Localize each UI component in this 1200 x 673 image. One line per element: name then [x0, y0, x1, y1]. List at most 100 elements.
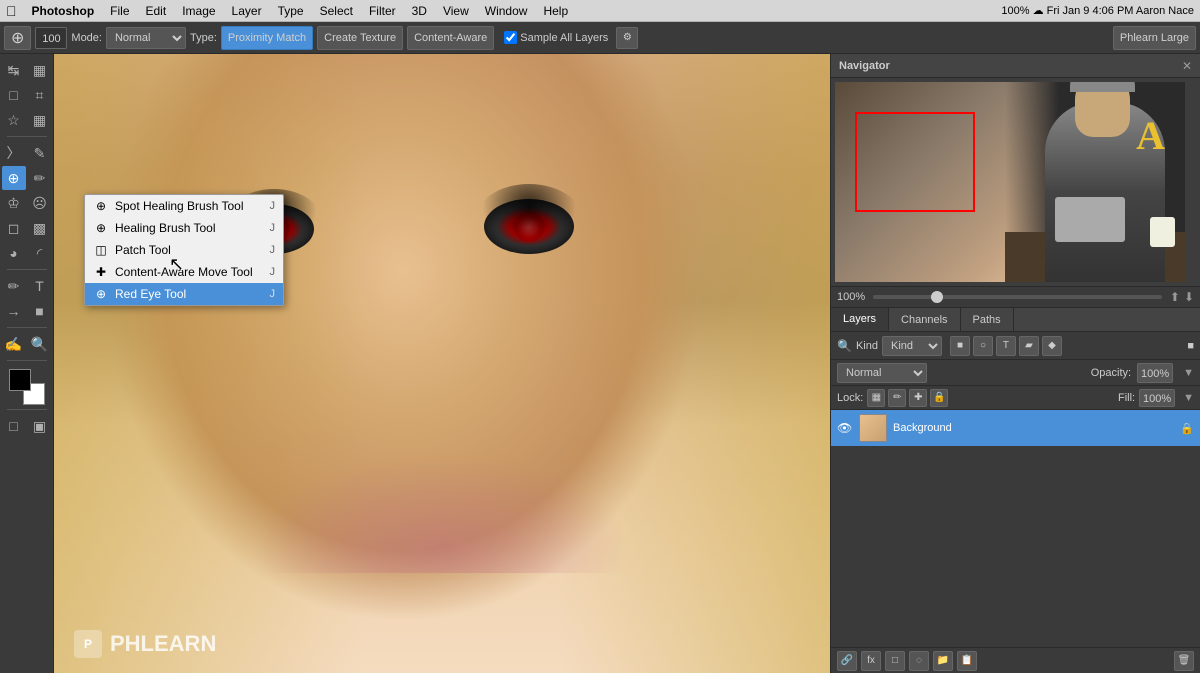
tab-paths[interactable]: Paths — [961, 308, 1014, 331]
lock-position-btn[interactable]: ✚ — [909, 389, 927, 407]
dropdown-red-eye-label: Red Eye Tool — [115, 287, 186, 301]
filter-adjustment-btn[interactable]: ○ — [973, 336, 993, 356]
filter-pixel-btn[interactable]: ■ — [950, 336, 970, 356]
history-brush-tool[interactable]: ☹ — [28, 191, 52, 215]
quick-mask-tool[interactable]: □ — [2, 414, 26, 438]
pen-tool[interactable]: ✏ — [2, 274, 26, 298]
menu-help[interactable]: Help — [536, 3, 575, 19]
menu-layer[interactable]: Layer — [225, 3, 269, 19]
layers-lock-row: Lock: ▦ ✏ ✚ 🔒 Fill: 100% ▼ — [831, 386, 1200, 410]
ruler-tool[interactable]: ✎ — [28, 141, 52, 165]
marquee-tool[interactable]: □ — [2, 83, 26, 107]
lock-image-btn[interactable]: ✏ — [888, 389, 906, 407]
brush-settings-icon[interactable]: ⚙ — [616, 27, 638, 49]
lock-all-btn[interactable]: 🔒 — [930, 389, 948, 407]
shape-tool[interactable]: ■ — [28, 299, 52, 323]
phlearn-logo-icon: P — [74, 630, 102, 658]
add-mask-btn[interactable]: □ — [885, 651, 905, 671]
filter-kind-select[interactable]: Kind — [882, 336, 942, 356]
menu-filter[interactable]: Filter — [362, 3, 403, 19]
gradient-tool[interactable]: ▩ — [28, 216, 52, 240]
blend-mode-select[interactable]: Normal — [837, 363, 927, 383]
eyedropper-tool[interactable]: 〉 — [2, 141, 26, 165]
layer-visibility-icon[interactable]: 👁 — [837, 421, 853, 435]
quick-select-tool[interactable]: ☆ — [2, 108, 26, 132]
opacity-value[interactable]: 100% — [1137, 363, 1173, 383]
apple-logo-icon[interactable]:  — [6, 3, 17, 19]
menu-image[interactable]: Image — [175, 3, 222, 19]
tab-channels[interactable]: Channels — [889, 308, 960, 331]
path-selection-tool[interactable]: → — [2, 299, 26, 323]
hair-right — [558, 54, 830, 673]
mode-select[interactable]: Normal — [106, 27, 186, 49]
link-layers-btn[interactable]: 🔗 — [837, 651, 857, 671]
type-content-aware-btn[interactable]: Content-Aware — [407, 26, 494, 50]
navigator-collapse-icon[interactable]: ⬇ — [1184, 290, 1194, 304]
dropdown-red-eye[interactable]: ⊕ Red Eye Tool J — [85, 283, 283, 305]
nav-view-indicator — [855, 112, 975, 212]
artboard-tool[interactable]: ▦ — [28, 58, 52, 82]
filter-type-btn[interactable]: T — [996, 336, 1016, 356]
dropdown-patch[interactable]: ◫ Patch Tool J — [85, 239, 283, 261]
color-swatches[interactable] — [9, 369, 45, 405]
preset-selector[interactable]: Phlearn Large — [1113, 26, 1196, 50]
new-group-btn[interactable]: 📁 — [933, 651, 953, 671]
dodge-tool[interactable]: ◜ — [28, 241, 52, 265]
dropdown-patch-label: Patch Tool — [115, 243, 171, 257]
zoom-tool[interactable]: 🔍 — [28, 332, 52, 356]
crop-tool[interactable]: ▦ — [28, 108, 52, 132]
dropdown-healing-brush[interactable]: ⊕ Healing Brush Tool J — [85, 217, 283, 239]
layer-background[interactable]: 👁 Background 🔒 — [831, 410, 1200, 446]
layer-effects-btn[interactable]: fx — [861, 651, 881, 671]
fill-value[interactable]: 100% — [1139, 389, 1175, 407]
dropdown-content-aware-move[interactable]: ✚ Content-Aware Move Tool J — [85, 261, 283, 283]
menu-window[interactable]: Window — [478, 3, 535, 19]
menu-select[interactable]: Select — [313, 3, 360, 19]
options-bar: ⊕ 100 Mode: Normal Type: Proximity Match… — [0, 22, 1200, 54]
tool-brush-icon[interactable]: ⊕ — [4, 26, 31, 50]
new-adjustment-btn[interactable]: ◌ — [909, 651, 929, 671]
lock-transparent-btn[interactable]: ▦ — [867, 389, 885, 407]
type-tool[interactable]: T — [28, 274, 52, 298]
menu-file[interactable]: File — [103, 3, 136, 19]
navigator-close-icon[interactable]: ✕ — [1182, 59, 1192, 73]
navigator-zoom-thumb[interactable] — [931, 291, 943, 303]
dropdown-spot-healing[interactable]: ⊕ Spot Healing Brush Tool J — [85, 195, 283, 217]
delete-layer-btn[interactable]: 🗑 — [1174, 651, 1194, 671]
hand-tool[interactable]: ✍ — [2, 332, 26, 356]
menu-view[interactable]: View — [436, 3, 476, 19]
healing-brush-tool[interactable]: ⊕ — [2, 166, 26, 190]
eye-right-lash — [474, 184, 584, 259]
fill-lock-icon[interactable]: ▼ — [1183, 392, 1194, 404]
new-layer-btn[interactable]: 📋 — [957, 651, 977, 671]
lasso-tool[interactable]: ⌗ — [28, 83, 52, 107]
sample-all-checkbox[interactable] — [504, 31, 517, 44]
clone-stamp-tool[interactable]: ♔ — [2, 191, 26, 215]
blur-tool[interactable]: ◕ — [2, 241, 26, 265]
foreground-color-swatch[interactable] — [9, 369, 31, 391]
brush-tool[interactable]: ✏ — [28, 166, 52, 190]
type-texture-btn[interactable]: Create Texture — [317, 26, 403, 50]
sample-all-label: Sample All Layers — [520, 32, 608, 44]
menu-photoshop[interactable]: Photoshop — [25, 3, 102, 19]
move-tool[interactable]: ↹ — [2, 58, 26, 82]
filter-shape-btn[interactable]: ▰ — [1019, 336, 1039, 356]
nav-person-hat — [1070, 82, 1135, 92]
navigator-expand-icon[interactable]: ⬆ — [1170, 290, 1180, 304]
type-proximity-btn[interactable]: Proximity Match — [221, 26, 313, 50]
filter-toggle[interactable]: ■ — [1187, 340, 1194, 352]
layers-bottom-toolbar: 🔗 fx □ ◌ 📁 📋 🗑 — [831, 647, 1200, 673]
menu-edit[interactable]: Edit — [139, 3, 174, 19]
screen-mode-tool[interactable]: ▣ — [28, 414, 52, 438]
navigator-controls: 100% ⬆ ⬇ — [831, 286, 1200, 307]
brush-size-display: 100 — [35, 27, 67, 49]
dropdown-content-aware-move-label: Content-Aware Move Tool — [115, 265, 253, 279]
canvas-area[interactable]: P PHLEARN ⊕ Spot Healing Brush Tool J ⊕ … — [54, 54, 830, 673]
tab-layers[interactable]: Layers — [831, 308, 889, 331]
navigator-zoom-slider[interactable] — [873, 295, 1162, 299]
menu-type[interactable]: Type — [271, 3, 311, 19]
eraser-tool[interactable]: ◻ — [2, 216, 26, 240]
opacity-lock-icon[interactable]: ▼ — [1183, 367, 1194, 379]
menu-3d[interactable]: 3D — [405, 3, 434, 19]
filter-smart-btn[interactable]: ◆ — [1042, 336, 1062, 356]
